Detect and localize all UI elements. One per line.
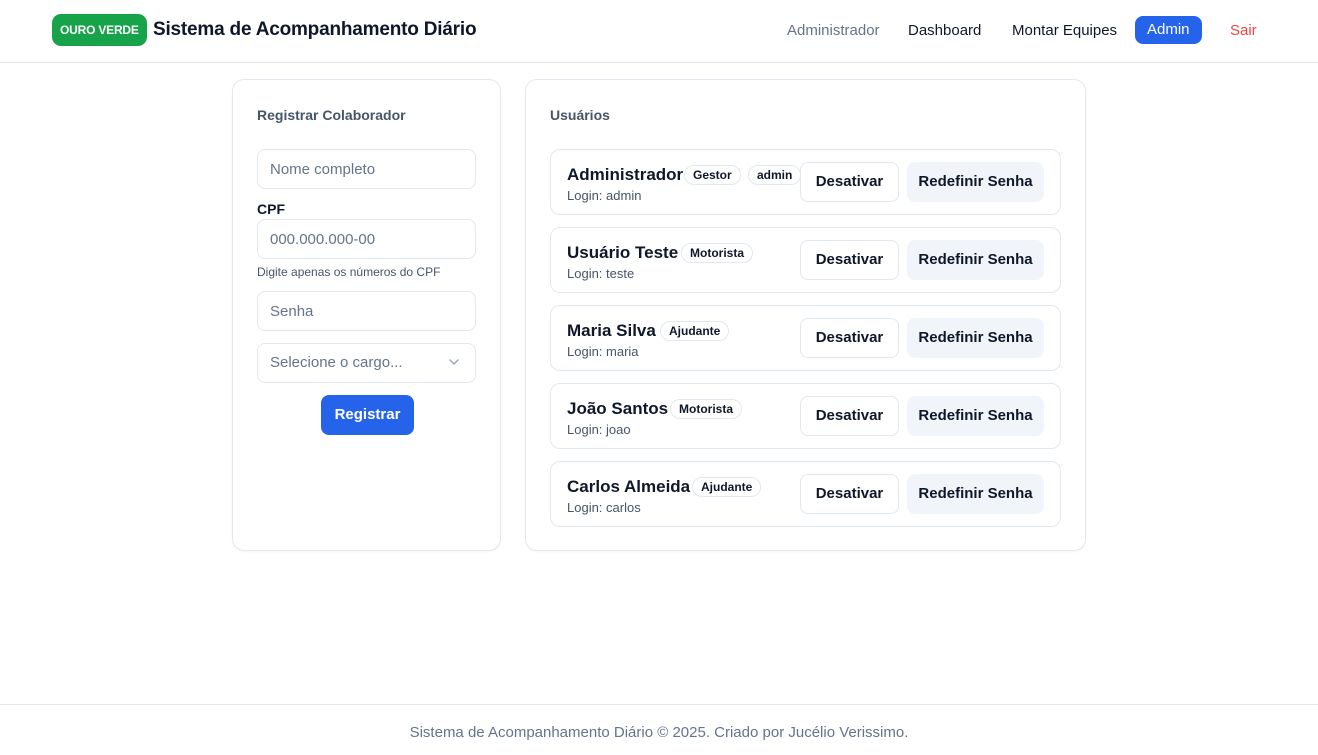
- cpf-label: CPF: [257, 201, 285, 217]
- nav-teams-link[interactable]: Montar Equipes: [1012, 22, 1117, 39]
- users-card-title: Usuários: [550, 107, 610, 123]
- user-row: João Santos Motorista Login: joao Desati…: [550, 383, 1061, 449]
- user-name: Maria Silva: [567, 321, 656, 340]
- role-badge: Ajudante: [660, 321, 730, 341]
- user-row: Carlos Almeida Ajudante Login: carlos De…: [550, 461, 1061, 527]
- role-badge: Motorista: [670, 399, 742, 419]
- user-name: Carlos Almeida: [567, 477, 691, 496]
- reset-password-button[interactable]: Redefinir Senha: [907, 474, 1044, 514]
- user-row: Administrador Gestor admin Login: admin …: [550, 149, 1061, 215]
- reset-password-button[interactable]: Redefinir Senha: [907, 162, 1044, 202]
- user-login: Login: joao: [567, 422, 631, 437]
- deactivate-button[interactable]: Desativar: [800, 396, 899, 436]
- nav-admin-button[interactable]: Admin: [1135, 16, 1202, 44]
- register-button[interactable]: Registrar: [321, 395, 414, 435]
- reset-password-button[interactable]: Redefinir Senha: [907, 396, 1044, 436]
- user-name: Usuário Teste: [567, 243, 679, 262]
- users-card: Usuários Administrador Gestor admin Logi…: [525, 79, 1086, 551]
- user-login: Login: teste: [567, 266, 635, 281]
- deactivate-button[interactable]: Desativar: [800, 240, 899, 280]
- role-badge: Motorista: [681, 243, 753, 263]
- cpf-input[interactable]: [257, 219, 476, 259]
- footer-text: Sistema de Acompanhamento Diário © 2025.…: [409, 724, 909, 741]
- role-badge: Gestor: [684, 165, 741, 185]
- user-row: Maria Silva Ajudante Login: maria Desati…: [550, 305, 1061, 371]
- reset-password-button[interactable]: Redefinir Senha: [907, 318, 1044, 358]
- role-badge: Ajudante: [692, 477, 762, 497]
- app-title: Sistema de Acompanhamento Diário: [153, 19, 477, 40]
- user-name: Administrador: [567, 165, 684, 184]
- user-login: Login: admin: [567, 188, 642, 203]
- password-input[interactable]: [257, 291, 476, 331]
- logout-link[interactable]: Sair: [1230, 22, 1257, 39]
- role-badge: admin: [748, 165, 802, 185]
- chevron-down-icon: [449, 359, 459, 365]
- reset-password-button[interactable]: Redefinir Senha: [907, 240, 1044, 280]
- user-row: Usuário Teste Motorista Login: teste Des…: [550, 227, 1061, 293]
- role-select-placeholder: Selecione o cargo...: [270, 354, 403, 371]
- name-input[interactable]: [257, 149, 476, 189]
- deactivate-button[interactable]: Desativar: [800, 162, 899, 202]
- user-login: Login: carlos: [567, 500, 641, 515]
- role-select[interactable]: Selecione o cargo...: [257, 343, 476, 383]
- user-login: Login: maria: [567, 344, 639, 359]
- cpf-hint: Digite apenas os números do CPF: [257, 265, 441, 279]
- user-name: João Santos: [567, 399, 669, 418]
- deactivate-button[interactable]: Desativar: [800, 318, 899, 358]
- register-card: Registrar Colaborador CPF Digite apenas …: [232, 79, 501, 551]
- register-card-title: Registrar Colaborador: [257, 107, 406, 123]
- page-footer: Sistema de Acompanhamento Diário © 2025.…: [0, 704, 1318, 755]
- brand-badge: OURO VERDE: [52, 14, 147, 46]
- nav-dashboard-link[interactable]: Dashboard: [908, 22, 981, 39]
- deactivate-button[interactable]: Desativar: [800, 474, 899, 514]
- current-user-label: Administrador: [787, 22, 880, 39]
- top-header: OURO VERDE Sistema de Acompanhamento Diá…: [0, 0, 1318, 63]
